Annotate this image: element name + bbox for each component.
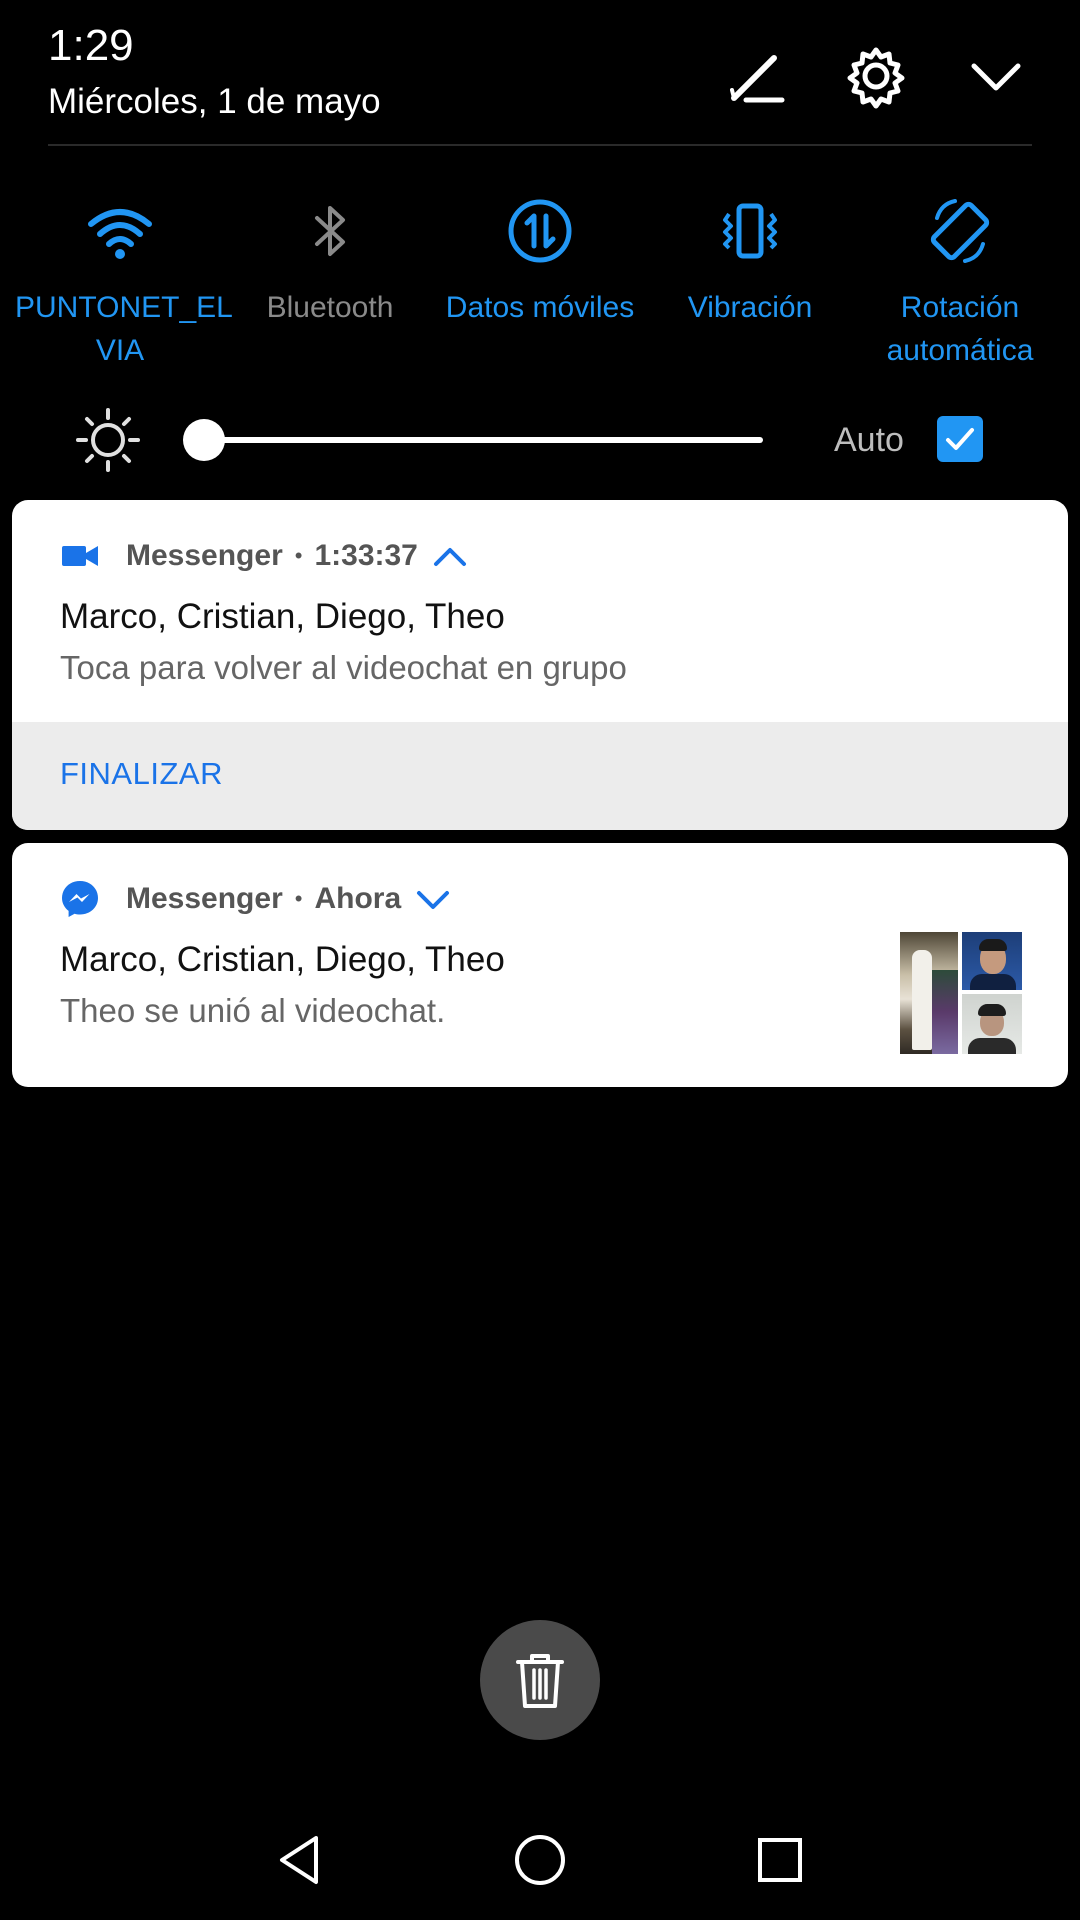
vibration-icon <box>715 196 785 266</box>
auto-brightness-label: Auto <box>834 421 904 459</box>
group-avatar <box>900 932 1022 1054</box>
back-icon[interactable] <box>270 1830 330 1890</box>
date: Miércoles, 1 de mayo <box>48 82 381 121</box>
trash-icon <box>516 1654 564 1708</box>
notification-card-call[interactable]: Messenger • 1:33:37 Marco, Cristian, Die… <box>12 500 1068 830</box>
tile-mobile-data[interactable]: Datos móviles <box>435 196 645 329</box>
brightness-slider[interactable] <box>203 437 763 443</box>
tile-vibration[interactable]: Vibración <box>645 196 855 329</box>
video-camera-icon <box>60 536 100 576</box>
bluetooth-icon <box>295 196 365 266</box>
edit-icon[interactable] <box>720 40 792 112</box>
gear-icon[interactable] <box>840 40 912 112</box>
participant-photo <box>900 932 958 1054</box>
auto-rotate-icon <box>925 196 995 266</box>
chevron-down-icon[interactable] <box>411 877 455 921</box>
tile-mobile-data-label: Datos móviles <box>445 291 635 324</box>
brightness-icon <box>74 406 142 474</box>
participant-photo <box>962 994 1022 1054</box>
notification-header: Messenger • Ahora <box>60 879 455 919</box>
participant-photo <box>962 932 1022 990</box>
notification-title: Marco, Cristian, Diego, Theo <box>60 597 505 636</box>
separator-dot: • <box>294 543 303 568</box>
tile-auto-rotate-label: Rotación automática <box>886 291 1034 367</box>
notification-body: Toca para volver al videochat en grupo <box>60 649 627 686</box>
notification-actions: FINALIZAR <box>12 722 1068 830</box>
tile-wifi-label: PUNTONET_EL VIA <box>15 291 233 367</box>
auto-brightness-checkbox[interactable] <box>937 416 983 462</box>
notification-header: Messenger • 1:33:37 <box>60 536 472 576</box>
header-divider <box>48 144 1032 146</box>
brightness-slider-knob[interactable] <box>183 419 225 461</box>
tile-bluetooth-label: Bluetooth <box>266 291 394 324</box>
mobile-data-icon <box>505 196 575 266</box>
home-icon[interactable] <box>510 1830 570 1890</box>
chevron-down-icon[interactable] <box>960 40 1032 112</box>
separator-dot: • <box>294 886 303 911</box>
notification-time: 1:33:37 <box>314 539 418 572</box>
notification-title: Marco, Cristian, Diego, Theo <box>60 940 505 979</box>
notification-app-name: Messenger <box>126 539 283 572</box>
notification-time: Ahora <box>314 882 402 915</box>
tile-wifi[interactable]: PUNTONET_EL VIA <box>15 196 233 372</box>
notification-app-name: Messenger <box>126 882 283 915</box>
tile-auto-rotate[interactable]: Rotación automática <box>855 196 1065 372</box>
clear-all-button[interactable] <box>480 1620 600 1740</box>
recents-icon[interactable] <box>750 1830 810 1890</box>
chevron-up-icon[interactable] <box>428 534 472 578</box>
tile-vibration-label: Vibración <box>687 291 813 324</box>
clock: 1:29 <box>48 21 134 70</box>
status-header: 1:29 Miércoles, 1 de mayo <box>0 0 1080 146</box>
tile-bluetooth[interactable]: Bluetooth <box>225 196 435 329</box>
notification-card-message[interactable]: Messenger • Ahora Marco, Cristian, Diego… <box>12 843 1068 1087</box>
wifi-icon <box>85 196 155 266</box>
messenger-icon <box>60 879 100 919</box>
end-call-button[interactable]: FINALIZAR <box>60 756 223 792</box>
notification-body: Theo se unió al videochat. <box>60 992 446 1029</box>
